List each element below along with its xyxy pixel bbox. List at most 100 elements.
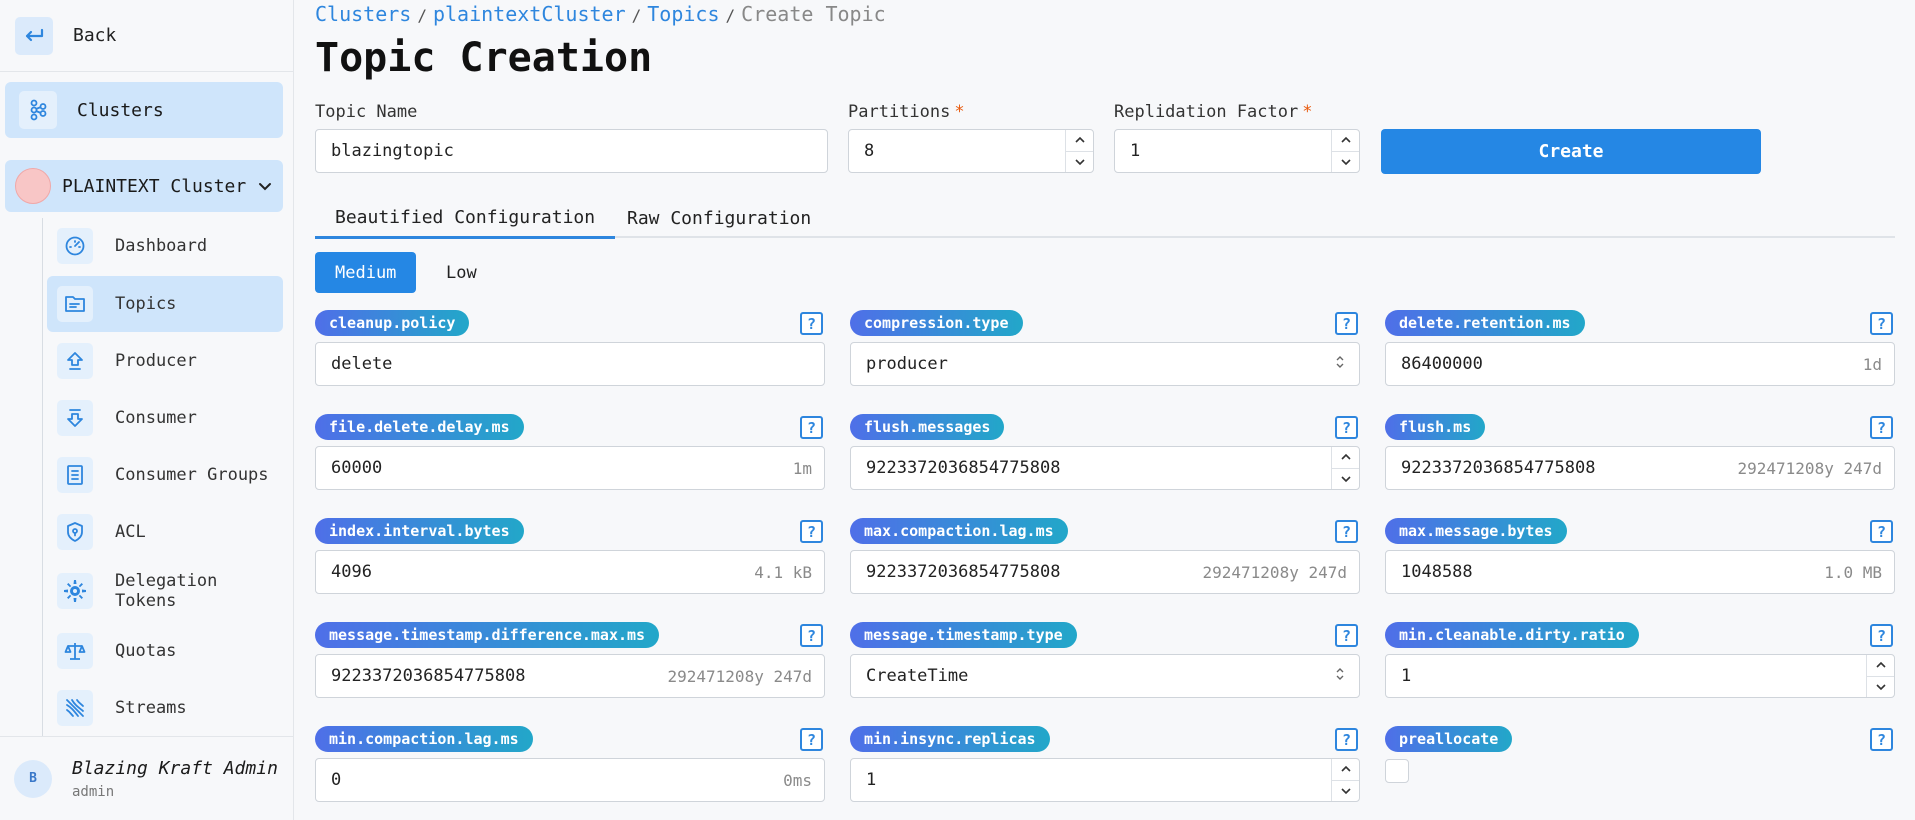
help-icon[interactable]: ? [800, 312, 823, 335]
breadcrumb-separator: / [417, 6, 427, 25]
sidebar-item-label: Consumer [115, 408, 197, 428]
gauge-icon [57, 228, 93, 264]
chevron-down-icon[interactable] [1332, 152, 1359, 173]
user-name: Blazing Kraft Admin [72, 757, 278, 779]
breadcrumb-cluster[interactable]: plaintextCluster [433, 2, 626, 26]
topic-name-value: blazingtopic [331, 141, 454, 161]
replication-input[interactable]: 1 [1114, 129, 1360, 173]
chevron-down-icon[interactable] [1332, 781, 1359, 802]
help-icon[interactable]: ? [1870, 728, 1893, 751]
help-icon[interactable]: ? [800, 416, 823, 439]
chevron-up-icon[interactable] [1867, 655, 1894, 677]
chevron-up-icon[interactable] [1066, 130, 1093, 152]
help-icon[interactable]: ? [800, 520, 823, 543]
flush-messages-stepper[interactable] [1331, 447, 1359, 489]
sidebar-item-delegation-tokens[interactable]: Delegation Tokens [47, 563, 283, 619]
level-medium-button[interactable]: Medium [315, 252, 417, 293]
sidebar-item-label: Topics [115, 294, 177, 314]
min-cleanable-dirty-ratio-stepper[interactable] [1866, 655, 1894, 697]
tab-raw-configuration[interactable]: Raw Configuration [607, 198, 831, 238]
sidebar-item-producer[interactable]: Producer [47, 333, 283, 389]
file-delete-delay-ms-input[interactable]: 60000 1m [315, 446, 825, 490]
config-hint: 292471208y 247d [1737, 458, 1883, 478]
max-message-bytes-input[interactable]: 1048588 1.0 MB [1385, 550, 1895, 594]
chevron-up-icon[interactable] [1332, 447, 1359, 469]
config-value: 60000 [331, 458, 383, 478]
help-icon[interactable]: ? [1335, 416, 1358, 439]
flush-ms-input[interactable]: 9223372036854775808 292471208y 247d [1385, 446, 1895, 490]
chevron-down-icon [258, 177, 272, 196]
min-cleanable-dirty-ratio-input[interactable]: 1 [1385, 654, 1895, 698]
sidebar-item-quotas[interactable]: Quotas [47, 623, 283, 679]
sidebar-item-label: Dashboard [115, 236, 208, 256]
config-value: 1 [866, 770, 877, 790]
config-value: 1 [1401, 666, 1412, 686]
chevron-down-icon[interactable] [1332, 469, 1359, 490]
tab-beautified-configuration[interactable]: Beautified Configuration [315, 198, 616, 239]
chevron-up-icon[interactable] [1332, 130, 1359, 152]
help-icon[interactable]: ? [1335, 728, 1358, 751]
message-timestamp-type-input[interactable]: CreateTime [850, 654, 1360, 698]
sidebar-item-clusters[interactable]: Clusters [5, 82, 283, 138]
streams-icon [57, 690, 93, 726]
sidebar-item-consumer-groups[interactable]: Consumer Groups [47, 447, 283, 503]
help-icon[interactable]: ? [1335, 520, 1358, 543]
max-compaction-lag-ms-input[interactable]: 9223372036854775808 292471208y 247d [850, 550, 1360, 594]
min-insync-replicas-input[interactable]: 1 [850, 758, 1360, 802]
compression-type-input[interactable]: producer [850, 342, 1360, 386]
sidebar-item-label: Quotas [115, 641, 177, 661]
min-compaction-lag-ms-input[interactable]: 0 0ms [315, 758, 825, 802]
preallocate-checkbox[interactable] [1385, 759, 1409, 783]
topic-name-label-text: Topic Name [315, 102, 418, 122]
cleanup-policy-input[interactable]: delete [315, 342, 825, 386]
help-icon[interactable]: ? [1335, 624, 1358, 647]
help-icon[interactable]: ? [1870, 624, 1893, 647]
breadcrumb-clusters[interactable]: Clusters [315, 2, 411, 26]
sidebar-item-topics[interactable]: Topics [47, 276, 283, 332]
sidebar-item-label: Consumer Groups [115, 465, 269, 485]
config-value: 9223372036854775808 [1401, 458, 1596, 478]
breadcrumb-topics[interactable]: Topics [647, 2, 719, 26]
back-label: Back [73, 25, 117, 46]
cluster-selector[interactable]: PLAINTEXT Cluster [5, 160, 283, 212]
config-hint: 0ms [783, 770, 812, 790]
config-key-badge: max.compaction.lag.ms [850, 518, 1068, 544]
min-insync-replicas-stepper[interactable] [1331, 759, 1359, 801]
chevron-up-icon[interactable] [1332, 759, 1359, 781]
sidebar-item-consumer[interactable]: Consumer [47, 390, 283, 446]
delete-retention-ms-input[interactable]: 86400000 1d [1385, 342, 1895, 386]
sidebar-item-label: Delegation Tokens [115, 571, 218, 611]
help-icon[interactable]: ? [800, 624, 823, 647]
flush-messages-input[interactable]: 9223372036854775808 [850, 446, 1360, 490]
config-key-badge: cleanup.policy [315, 310, 470, 336]
sidebar-item-streams[interactable]: Streams [47, 680, 283, 736]
sidebar-item-acl[interactable]: ACL [47, 504, 283, 560]
topic-name-label: Topic Name [315, 102, 417, 122]
level-low-button[interactable]: Low [426, 252, 497, 293]
help-icon[interactable]: ? [1870, 520, 1893, 543]
chevron-down-icon[interactable] [1066, 152, 1093, 173]
partitions-stepper[interactable] [1065, 130, 1093, 172]
back-button[interactable]: Back [0, 0, 293, 72]
help-icon[interactable]: ? [1870, 312, 1893, 335]
avatar: B [14, 759, 52, 798]
message-timestamp-difference-max-ms-input[interactable]: 9223372036854775808 292471208y 247d [315, 654, 825, 698]
config-hint: 1m [792, 458, 812, 478]
config-value: 9223372036854775808 [331, 666, 526, 686]
config-value: producer [866, 354, 948, 374]
index-interval-bytes-input[interactable]: 4096 4.1 kB [315, 550, 825, 594]
topic-name-input[interactable]: blazingtopic [315, 129, 828, 173]
config-key-badge: preallocate [1385, 726, 1513, 752]
replication-stepper[interactable] [1331, 130, 1359, 172]
config-key-badge: flush.messages [850, 414, 1005, 440]
breadcrumb-current: Create Topic [741, 2, 886, 26]
chevron-down-icon[interactable] [1867, 677, 1894, 698]
sidebar-item-dashboard[interactable]: Dashboard [47, 218, 283, 274]
create-button[interactable]: Create [1381, 129, 1761, 174]
user-profile[interactable]: B Blazing Kraft Admin admin [0, 736, 293, 820]
help-icon[interactable]: ? [1870, 416, 1893, 439]
help-icon[interactable]: ? [800, 728, 823, 751]
partitions-input[interactable]: 8 [848, 129, 1094, 173]
sidebar-item-label: Streams [115, 698, 187, 718]
help-icon[interactable]: ? [1335, 312, 1358, 335]
